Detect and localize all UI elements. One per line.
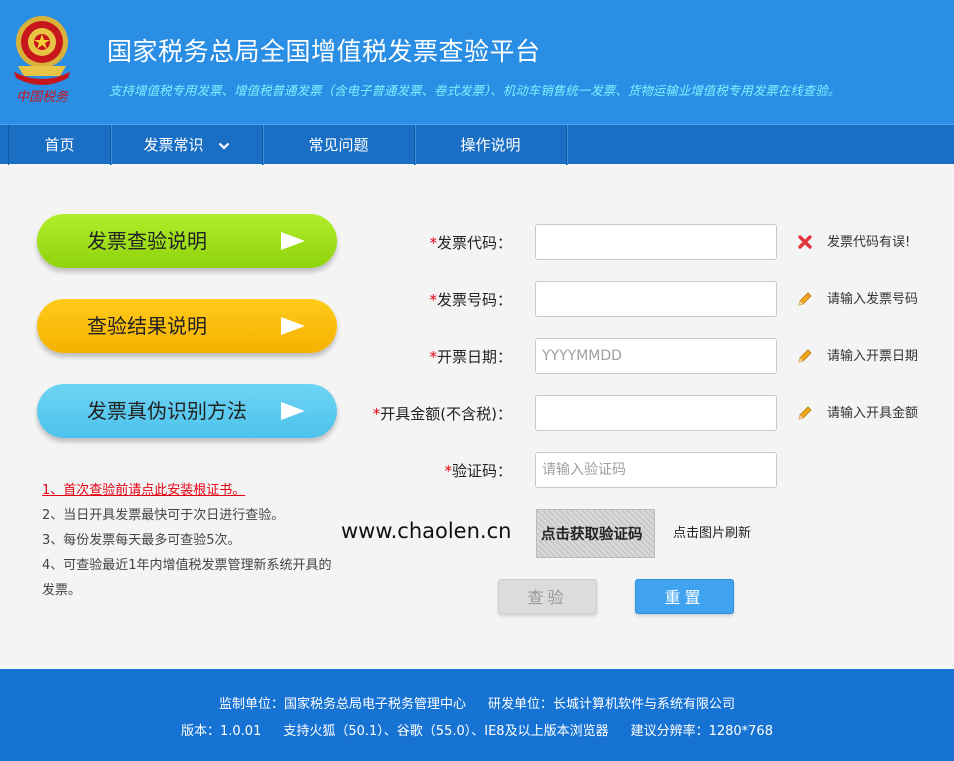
nav-item-label: 首页: [44, 136, 75, 154]
nav-item-label: 发票常识: [143, 136, 204, 154]
note-item: 4、可查验最近1年内增值税发票管理新系统开具的发票。: [42, 558, 332, 598]
captcha-image-text: 点击获取验证码: [541, 526, 643, 543]
footer-resolution: 建议分辨率：1280*768: [630, 724, 773, 739]
issue-date-input[interactable]: [535, 338, 777, 374]
nav-item-label: 操作说明: [460, 136, 521, 154]
issue-date-hint: 请输入开票日期: [827, 349, 919, 364]
pencil-icon: [798, 292, 812, 306]
pencil-icon: [798, 349, 812, 363]
captcha-refresh-hint[interactable]: 点击图片刷新: [673, 522, 751, 541]
svg-text:中国税务: 中国税务: [16, 90, 69, 105]
amount-hint: 请输入开具金额: [827, 406, 919, 421]
nav-item-home[interactable]: 首页: [8, 125, 112, 165]
footer-version: 版本：1.0.01: [181, 724, 262, 739]
invoice-code-input[interactable]: [535, 224, 777, 260]
play-arrow-icon: [281, 232, 305, 250]
page-subtitle: 支持增值税专用发票、增值税普通发票（含电子普通发票、卷式发票）、机动车销售统一发…: [109, 83, 841, 98]
invoice-check-guide-button[interactable]: 发票查验说明: [37, 214, 337, 268]
nav-item-invoice-knowledge[interactable]: 发票常识: [111, 125, 264, 165]
button-label: 发票真伪识别方法: [87, 399, 247, 423]
button-label: 发票查验说明: [87, 229, 207, 253]
watermark-text: www.chaolen.cn: [341, 519, 512, 543]
captcha-image[interactable]: 点击获取验证码: [536, 509, 655, 558]
play-arrow-icon: [281, 402, 305, 420]
invoice-code-hint: 发票代码有误!: [827, 235, 911, 250]
issue-date-label: *开票日期：: [429, 348, 512, 366]
note-item: 2、当日开具发票最快可于次日进行查验。: [42, 508, 285, 523]
notes-list: 1、首次查验前请点此安装根证书。 2、当日开具发票最快可于次日进行查验。 3、每…: [42, 478, 342, 603]
page-title: 国家税务总局全国增值税发票查验平台: [107, 37, 541, 66]
tax-emblem-logo: 中国税务: [14, 16, 70, 105]
footer-browsers: 支持火狐（50.1）、谷歌（55.0）、IE8及以上版本浏览器: [283, 724, 609, 739]
captcha-label: *验证码：: [444, 462, 512, 480]
invoice-number-input[interactable]: [535, 281, 777, 317]
nav-item-guide[interactable]: 操作说明: [415, 125, 568, 165]
button-label: 查验结果说明: [87, 314, 207, 338]
footer-line-1: 监制单位：国家税务总局电子税务管理中心 研发单位：长城计算机软件与系统有限公司: [0, 693, 954, 712]
nav-item-label: 常见问题: [308, 136, 369, 154]
footer: 监制单位：国家税务总局电子税务管理中心 研发单位：长城计算机软件与系统有限公司 版…: [0, 669, 954, 761]
amount-input[interactable]: [535, 395, 777, 431]
authenticity-method-button[interactable]: 发票真伪识别方法: [37, 384, 337, 438]
reset-button[interactable]: 重置: [635, 579, 734, 614]
footer-line-2: 版本：1.0.01 支持火狐（50.1）、谷歌（55.0）、IE8及以上版本浏览器…: [0, 720, 954, 739]
install-root-cert-link[interactable]: 1、首次查验前请点此安装根证书。: [42, 478, 342, 503]
invoice-code-label: *发票代码：: [429, 234, 512, 252]
footer-supervisor: 监制单位：国家税务总局电子税务管理中心: [218, 697, 466, 712]
chevron-down-icon: [218, 142, 229, 150]
play-arrow-icon: [281, 317, 305, 335]
captcha-input[interactable]: [535, 452, 777, 488]
invoice-number-hint: 请输入发票号码: [827, 292, 919, 307]
invoice-number-label: *发票号码：: [429, 291, 512, 309]
pencil-icon: [798, 406, 812, 420]
amount-label: *开具金额(不含税)：: [372, 405, 512, 423]
check-button[interactable]: 查验: [498, 579, 597, 614]
header: 中国税务 国家税务总局全国增值税发票查验平台 支持增值税专用发票、增值税普通发票…: [0, 0, 954, 124]
footer-developer: 研发单位：长城计算机软件与系统有限公司: [488, 697, 736, 712]
main-nav: 首页 发票常识 常见问题 操作说明: [0, 124, 954, 165]
note-item: 3、每份发票每天最多可查验5次。: [42, 533, 241, 548]
nav-item-faq[interactable]: 常见问题: [263, 125, 416, 165]
check-result-guide-button[interactable]: 查验结果说明: [37, 299, 337, 353]
error-x-icon: [798, 235, 812, 249]
